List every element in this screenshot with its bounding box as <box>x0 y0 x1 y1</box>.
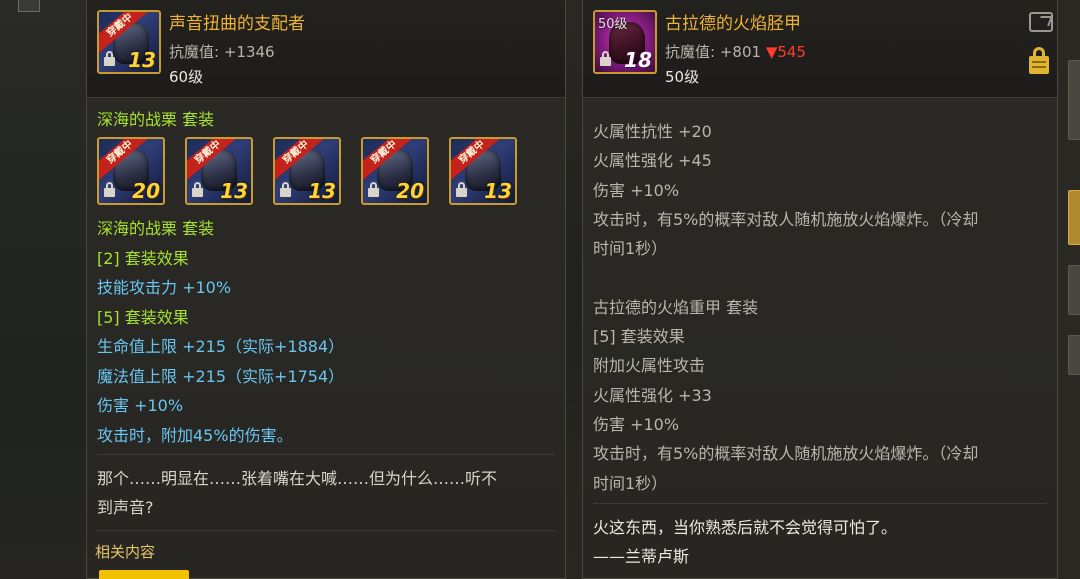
background-right <box>1058 0 1080 579</box>
window-close-icon[interactable] <box>18 0 40 12</box>
set-effect-line: 附加火属性攻击 <box>593 356 706 375</box>
set-effect-5-line: 生命值上限 +215（实际+1884） <box>97 337 345 356</box>
related-content-label: 相关内容 <box>95 543 156 561</box>
stat-value: +1346 <box>223 43 275 61</box>
set-effect-2-header: [2] 套装效果 <box>97 249 189 268</box>
set-effect-line: 时间1秒） <box>593 474 668 493</box>
lock-icon <box>280 182 291 197</box>
set-item-icon[interactable]: 穿戴中 13 <box>449 137 517 205</box>
set-item-icon[interactable]: 穿戴中 13 <box>273 137 341 205</box>
lock-icon <box>104 51 115 66</box>
attribute-line: 伤害 +10% <box>593 181 680 200</box>
divider <box>593 503 1047 504</box>
set-item-icon[interactable]: 穿戴中 20 <box>361 137 429 205</box>
set-name: 古拉德的火焰重甲 套装 <box>593 298 759 317</box>
stat-label: 抗魔值: <box>169 43 224 61</box>
item-name: 古拉德的火焰胫甲 <box>665 14 801 34</box>
attribute-line: 攻击时，有5%的概率对敌人随机施放火焰爆炸。（冷却 <box>593 210 979 229</box>
item-stat: 抗魔值: +1346 <box>169 41 275 62</box>
stat-value: +801 <box>719 43 762 61</box>
enhance-level: 13 <box>220 179 248 203</box>
set-effect-line: 伤害 +10% <box>593 415 680 434</box>
item-name: 声音扭曲的支配者 <box>169 14 305 34</box>
divider <box>97 530 555 531</box>
lock-icon <box>192 182 203 197</box>
set-effect-5-line: 攻击时，附加45%的伤害。 <box>97 426 293 445</box>
background-left <box>0 0 90 579</box>
attribute-line: 火属性强化 +45 <box>593 151 712 170</box>
set-effect-2-line: 技能攻击力 +10% <box>97 278 232 297</box>
related-content-button[interactable] <box>99 570 189 579</box>
attribute-line: 时间1秒） <box>593 239 668 258</box>
enhance-level: 20 <box>396 179 424 203</box>
set-item-icon[interactable]: 穿戴中 20 <box>97 137 165 205</box>
set-name: 深海的战栗 套装 <box>97 110 215 129</box>
tooltip-header: 穿戴中 13 声音扭曲的支配者 抗魔值: +1346 60级 <box>87 0 565 98</box>
icon-level: 50级 <box>598 17 628 32</box>
item-level: 50级 <box>665 68 700 86</box>
item-icon[interactable]: 穿戴中 13 <box>97 10 161 74</box>
side-tab[interactable] <box>1068 265 1080 315</box>
side-tab[interactable] <box>1068 335 1080 375</box>
share-icon[interactable] <box>1029 12 1053 32</box>
lock-icon[interactable] <box>1029 47 1049 74</box>
tooltip-header: 50级 18 古拉德的火焰胫甲 抗魔值: +801 ▼545 50级 <box>583 0 1057 98</box>
lock-icon <box>456 182 467 197</box>
lock-icon <box>104 182 115 197</box>
equipped-item-tooltip: 穿戴中 13 声音扭曲的支配者 抗魔值: +1346 60级 深海的战栗 套装 … <box>86 0 566 579</box>
background-gap <box>565 0 583 579</box>
enhance-level: 18 <box>624 48 652 72</box>
lock-icon <box>368 182 379 197</box>
enhance-level: 20 <box>132 179 160 203</box>
set-effect-line: 火属性强化 +33 <box>593 386 712 405</box>
set-effect-5-line: 魔法值上限 +215（实际+1754） <box>97 367 345 386</box>
flavor-text: 到声音? <box>97 498 154 517</box>
set-effect-line: 攻击时，有5%的概率对敌人随机施放火焰爆炸。（冷却 <box>593 444 979 463</box>
item-level: 60级 <box>169 68 204 86</box>
set-effect-5-line: 伤害 +10% <box>97 396 184 415</box>
flavor-author: ——兰蒂卢斯 <box>593 547 690 566</box>
flavor-text: 火这东西，当你熟悉后就不会觉得可怕了。 <box>593 518 898 537</box>
side-tab[interactable] <box>1068 60 1080 140</box>
set-effect-header: [5] 套装效果 <box>593 327 685 346</box>
item-icon[interactable]: 50级 18 <box>593 10 657 74</box>
set-name-2: 深海的战栗 套装 <box>97 219 215 238</box>
lock-icon <box>600 51 611 66</box>
flavor-text: 那个……明显在……张着嘴在大喊……但为什么……听不 <box>97 469 498 488</box>
enhance-level: 13 <box>484 179 512 203</box>
side-tab-active[interactable] <box>1068 190 1080 245</box>
item-stat: 抗魔值: +801 ▼545 <box>665 41 806 62</box>
stat-label: 抗魔值: <box>665 43 720 61</box>
enhance-level: 13 <box>128 48 156 72</box>
set-effect-5-header: [5] 套装效果 <box>97 308 189 327</box>
divider <box>97 454 555 455</box>
attribute-line: 火属性抗性 +20 <box>593 122 712 141</box>
set-item-icon[interactable]: 穿戴中 13 <box>185 137 253 205</box>
enhance-level: 13 <box>308 179 336 203</box>
compare-item-tooltip: 50级 18 古拉德的火焰胫甲 抗魔值: +801 ▼545 50级 火属性抗性… <box>582 0 1058 579</box>
stat-diff: ▼545 <box>765 43 806 61</box>
